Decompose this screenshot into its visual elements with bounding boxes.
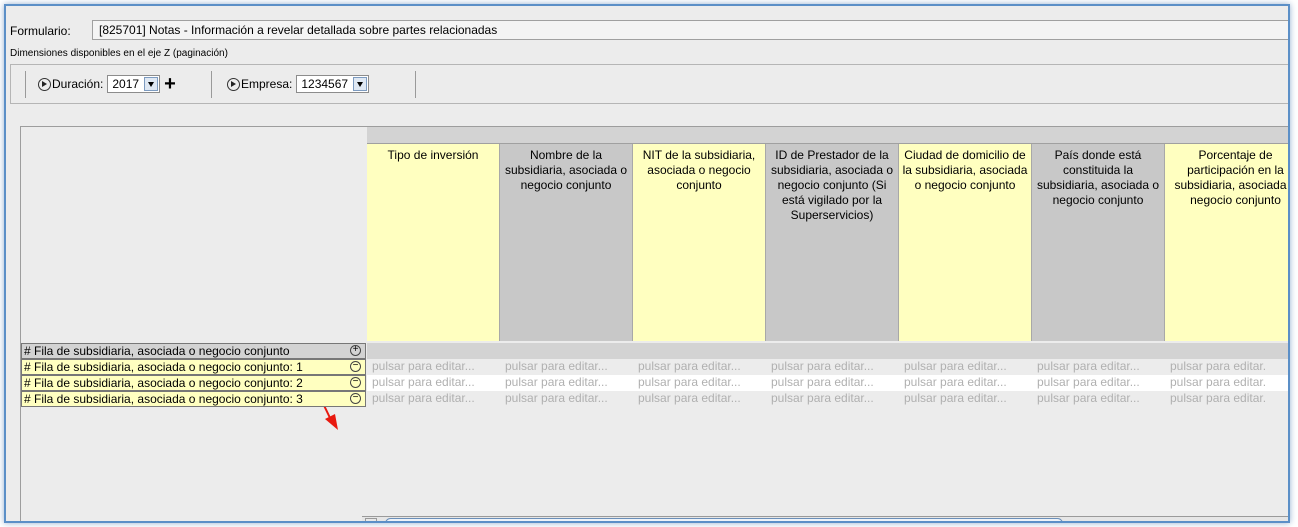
horizontal-scrollbar[interactable]: ◄ — [362, 516, 1288, 521]
scroll-left-icon[interactable]: ◄ — [365, 518, 377, 521]
remove-row-icon[interactable]: − — [350, 393, 361, 404]
row-header[interactable]: # Fila de subsidiaria, asociada o negoci… — [21, 359, 366, 375]
company-dimension: Empresa: 1234567 — [227, 75, 370, 93]
grid-cell[interactable]: pulsar para editar... — [367, 359, 500, 375]
form-label: Formulario: — [10, 24, 71, 38]
grid-cell[interactable]: pulsar para editar... — [899, 359, 1032, 375]
grid-cell[interactable]: pulsar para editar. — [1165, 375, 1288, 391]
form-selector-row: Formulario: [825701] Notas - Información… — [10, 20, 1288, 42]
column-header: Porcentaje de participación en la subsid… — [1165, 144, 1288, 341]
expand-arrow-icon[interactable] — [38, 77, 51, 91]
grid-cell[interactable]: pulsar para editar... — [500, 391, 633, 407]
form-window: Formulario: [825701] Notas - Información… — [4, 4, 1290, 523]
column-header: ID de Prestador de la subsidiaria, asoci… — [766, 144, 899, 341]
z-axis-toolbar: Duración: 2017 + Empresa: 1234567 — [10, 64, 1288, 104]
toolbar-separator — [211, 71, 212, 98]
expand-arrow-icon[interactable] — [227, 77, 240, 91]
form-field[interactable]: [825701] Notas - Información a revelar d… — [92, 20, 1288, 40]
grid-cell[interactable]: pulsar para editar... — [899, 391, 1032, 407]
grid-cell[interactable]: pulsar para editar... — [500, 359, 633, 375]
remove-row-icon[interactable]: − — [350, 377, 361, 388]
grid-cell[interactable]: pulsar para editar... — [633, 359, 766, 375]
add-row-icon[interactable]: + — [350, 345, 361, 356]
duration-value: 2017 — [112, 77, 140, 91]
duration-label: Duración: — [52, 77, 104, 91]
company-select[interactable]: 1234567 — [296, 75, 370, 93]
grid-cell[interactable]: pulsar para editar... — [1032, 375, 1165, 391]
grid-cell[interactable]: pulsar para editar... — [500, 375, 633, 391]
remove-row-icon[interactable]: − — [350, 361, 361, 372]
duration-dimension: Duración: 2017 + — [38, 74, 176, 94]
grid-cell[interactable]: pulsar para editar... — [367, 375, 500, 391]
toolbar-separator — [25, 71, 26, 98]
grid-cell[interactable]: pulsar para editar... — [367, 391, 500, 407]
grid-cell[interactable]: pulsar para editar. — [1165, 391, 1288, 407]
grid-cell[interactable]: pulsar para editar. — [1165, 359, 1288, 375]
column-header: NIT de la subsidiaria, asociada o negoci… — [633, 144, 766, 341]
grid-cell[interactable]: pulsar para editar... — [1032, 391, 1165, 407]
data-grid: Tipo de inversión Nombre de la subsidiar… — [20, 126, 1288, 521]
dropdown-arrow-icon[interactable] — [353, 77, 368, 91]
grid-cell[interactable]: pulsar para editar... — [633, 391, 766, 407]
scrollbar-thumb[interactable] — [385, 518, 1063, 521]
grid-cell[interactable]: pulsar para editar... — [633, 375, 766, 391]
company-value: 1234567 — [301, 77, 349, 91]
grid-cell[interactable]: pulsar para editar... — [766, 375, 899, 391]
column-header: Nombre de la subsidiaria, asociada o neg… — [500, 144, 633, 341]
grid-cell[interactable]: pulsar para editar... — [1032, 359, 1165, 375]
column-header: País donde está constituida la subsidiar… — [1032, 144, 1165, 341]
grid-cell[interactable]: pulsar para editar... — [766, 359, 899, 375]
grid-cell[interactable]: pulsar para editar... — [899, 375, 1032, 391]
z-axis-label: Dimensiones disponibles en el eje Z (pag… — [10, 48, 228, 59]
template-row-cells — [367, 343, 1288, 359]
duration-select[interactable]: 2017 — [107, 75, 161, 93]
dropdown-arrow-icon[interactable] — [144, 77, 159, 91]
column-group-header — [367, 127, 1288, 144]
add-icon[interactable]: + — [164, 74, 176, 94]
toolbar-separator — [415, 71, 416, 98]
column-header: Tipo de inversión — [367, 144, 500, 341]
grid-cell[interactable]: pulsar para editar... — [766, 391, 899, 407]
company-label: Empresa: — [241, 77, 293, 91]
row-header[interactable]: # Fila de subsidiaria, asociada o negoci… — [21, 391, 366, 407]
row-header[interactable]: # Fila de subsidiaria, asociada o negoci… — [21, 375, 366, 391]
row-header-template[interactable]: # Fila de subsidiaria, asociada o negoci… — [21, 343, 366, 359]
column-header: Ciudad de domicilio de la subsidiaria, a… — [899, 144, 1032, 341]
